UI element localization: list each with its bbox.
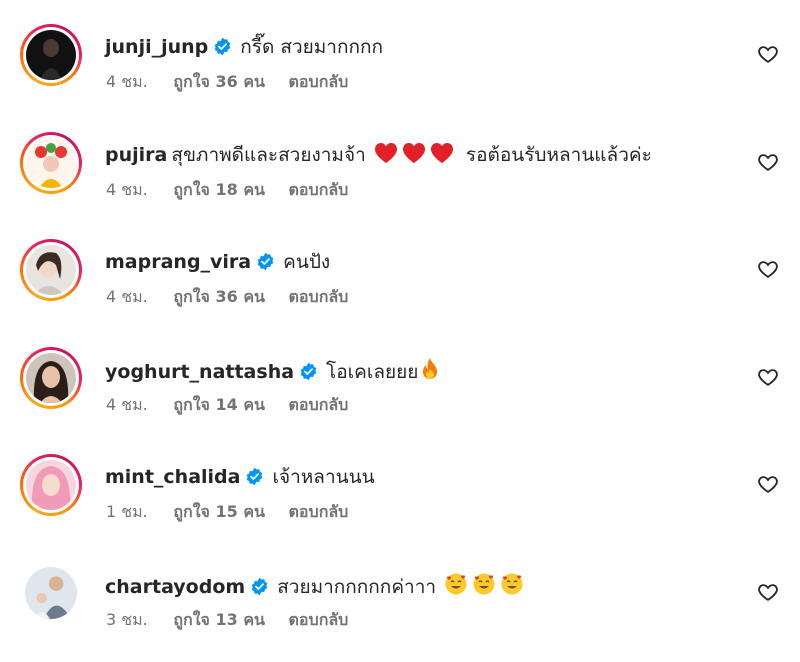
smiling-face-with-hearts-emoji-icon bbox=[501, 573, 523, 595]
comment-item: chartayodom สวยมากกกกกค่าาา 3 ชม. ถูกใจ 1… bbox=[0, 562, 800, 662]
like-heart-icon[interactable] bbox=[757, 473, 779, 495]
comment-body: chartayodom สวยมากกกกกค่าาา bbox=[105, 572, 526, 600]
like-heart-icon[interactable] bbox=[757, 151, 779, 173]
comments-list: junji_junp กรี๊ด สวยมากกกก 4 ชม. ถูกใจ 36… bbox=[0, 0, 800, 651]
verified-badge-icon bbox=[247, 467, 263, 486]
story-ring[interactable] bbox=[20, 239, 82, 301]
comment-body: pujira สุขภาพดีและสวยงามจ้า รอต้อนรับหลาน… bbox=[105, 142, 652, 168]
verified-badge-icon bbox=[214, 37, 231, 56]
reply-button[interactable]: ตอบกลับ bbox=[289, 502, 349, 521]
avatar bbox=[26, 460, 76, 510]
avatar bbox=[26, 138, 76, 188]
like-heart-icon[interactable] bbox=[757, 43, 779, 65]
comment-meta: 4 ชม. ถูกใจ 18 คน ตอบกลับ bbox=[106, 178, 366, 203]
likes-count-button[interactable]: ถูกใจ 13 คน bbox=[173, 610, 265, 629]
like-heart-icon[interactable] bbox=[757, 366, 779, 388]
like-heart-icon[interactable] bbox=[757, 258, 779, 280]
red-heart-emoji-icon bbox=[430, 143, 453, 163]
comment-meta: 4 ชม. ถูกใจ 36 คน ตอบกลับ bbox=[106, 70, 366, 95]
comment-time[interactable]: 4 ชม. bbox=[106, 287, 148, 306]
reply-button[interactable]: ตอบกลับ bbox=[289, 395, 349, 414]
avatar bbox=[25, 567, 77, 619]
reply-button[interactable]: ตอบกลับ bbox=[289, 610, 349, 629]
comment-time[interactable]: 4 ชม. bbox=[106, 72, 148, 91]
comment-time[interactable]: 1 ชม. bbox=[106, 502, 148, 521]
comment-text: สุขภาพดีและสวยงามจ้า bbox=[171, 144, 366, 166]
username-link[interactable]: chartayodom bbox=[105, 576, 245, 598]
likes-count-button[interactable]: ถูกใจ 18 คน bbox=[173, 180, 265, 199]
comment-item: mint_chalida เจ้าหลานนน 1 ชม. ถูกใจ 15 คน… bbox=[0, 454, 800, 554]
comment-text: โอเคเลยยย bbox=[326, 361, 419, 383]
comment-meta: 3 ชม. ถูกใจ 13 คน ตอบกลับ bbox=[106, 608, 366, 633]
verified-badge-icon bbox=[251, 577, 268, 596]
story-ring[interactable] bbox=[20, 347, 82, 409]
reply-button[interactable]: ตอบกลับ bbox=[289, 180, 349, 199]
comment-item: junji_junp กรี๊ด สวยมากกกก 4 ชม. ถูกใจ 36… bbox=[0, 24, 800, 124]
verified-badge-icon bbox=[257, 252, 274, 271]
likes-count-button[interactable]: ถูกใจ 36 คน bbox=[173, 287, 265, 306]
reply-button[interactable]: ตอบกลับ bbox=[289, 72, 349, 91]
likes-count-button[interactable]: ถูกใจ 15 คน bbox=[173, 502, 265, 521]
username-link[interactable]: mint_chalida bbox=[105, 466, 240, 488]
comment-time[interactable]: 4 ชม. bbox=[106, 395, 148, 414]
avatar bbox=[26, 245, 76, 295]
avatar-wrapper[interactable] bbox=[20, 562, 82, 624]
comment-item: maprang_vira คนปัง 4 ชม. ถูกใจ 36 คน ตอบก… bbox=[0, 239, 800, 339]
comment-text: สวยมากกกกกค่าาา bbox=[277, 576, 437, 598]
comment-text: กรี๊ด สวยมากกกก bbox=[240, 36, 383, 58]
comment-text: เจ้าหลานนน bbox=[272, 466, 375, 488]
comment-item: pujira สุขภาพดีและสวยงามจ้า รอต้อนรับหลาน… bbox=[0, 132, 800, 232]
avatar bbox=[26, 30, 76, 80]
red-heart-emoji-icon bbox=[374, 143, 397, 163]
comment-body: yoghurt_nattasha โอเคเลยยย bbox=[105, 357, 442, 385]
comment-text: คนปัง bbox=[283, 251, 331, 273]
username-link[interactable]: junji_junp bbox=[105, 36, 208, 58]
comment-time[interactable]: 3 ชม. bbox=[106, 610, 148, 629]
comment-body: maprang_vira คนปัง bbox=[105, 249, 330, 275]
comment-time[interactable]: 4 ชม. bbox=[106, 180, 148, 199]
verified-badge-icon bbox=[300, 362, 317, 381]
like-heart-icon[interactable] bbox=[757, 581, 779, 603]
smiling-face-with-hearts-emoji-icon bbox=[473, 573, 495, 595]
likes-count-button[interactable]: ถูกใจ 36 คน bbox=[173, 72, 265, 91]
comment-meta: 4 ชม. ถูกใจ 14 คน ตอบกลับ bbox=[106, 393, 366, 418]
story-ring[interactable] bbox=[20, 24, 82, 86]
smiling-face-with-hearts-emoji-icon bbox=[445, 573, 467, 595]
red-heart-emoji-icon bbox=[402, 143, 425, 163]
comment-body: mint_chalida เจ้าหลานนน bbox=[105, 464, 375, 490]
story-ring[interactable] bbox=[20, 132, 82, 194]
likes-count-button[interactable]: ถูกใจ 14 คน bbox=[173, 395, 265, 414]
fire-emoji-icon bbox=[423, 358, 438, 379]
comment-meta: 1 ชม. ถูกใจ 15 คน ตอบกลับ bbox=[106, 500, 366, 525]
comment-meta: 4 ชม. ถูกใจ 36 คน ตอบกลับ bbox=[106, 285, 366, 310]
username-link[interactable]: yoghurt_nattasha bbox=[105, 361, 294, 383]
username-link[interactable]: pujira bbox=[105, 144, 167, 166]
reply-button[interactable]: ตอบกลับ bbox=[289, 287, 349, 306]
story-ring[interactable] bbox=[20, 454, 82, 516]
username-link[interactable]: maprang_vira bbox=[105, 251, 251, 273]
avatar bbox=[26, 353, 76, 403]
comment-item: yoghurt_nattasha โอเคเลยยย 4 ชม. ถูกใจ 14… bbox=[0, 347, 800, 447]
comment-text-after: รอต้อนรับหลานแล้วค่ะ bbox=[465, 144, 652, 166]
comment-body: junji_junp กรี๊ด สวยมากกกก bbox=[105, 34, 383, 60]
